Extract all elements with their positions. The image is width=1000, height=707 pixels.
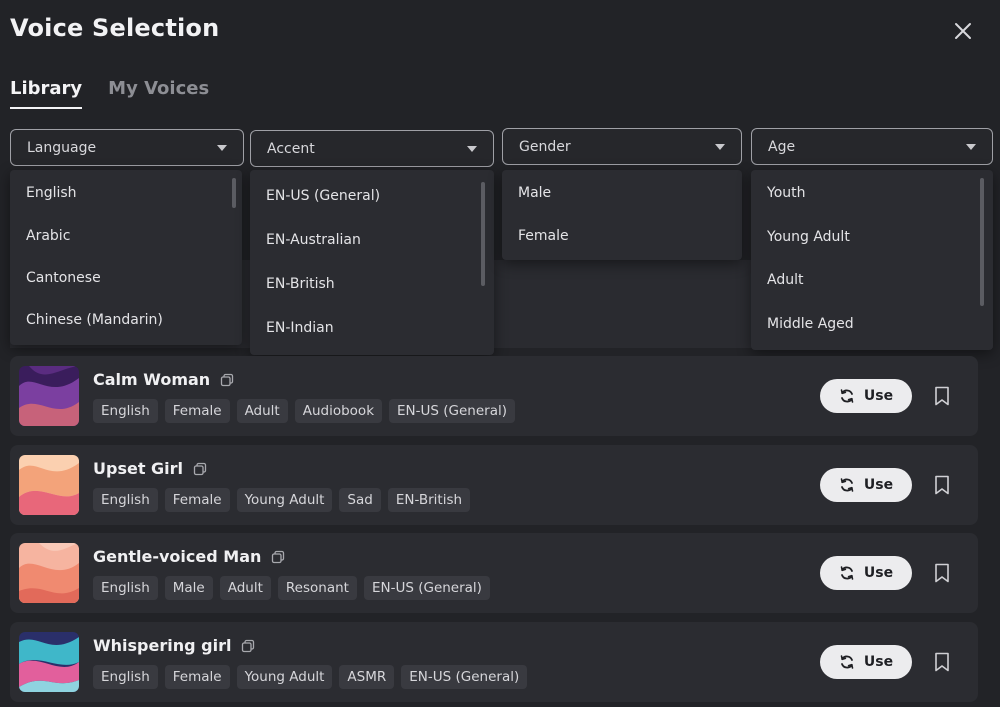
voice-name-text: Upset Girl — [93, 459, 184, 478]
accent-select-label: Accent — [267, 140, 315, 157]
close-icon[interactable] — [950, 18, 976, 44]
copy-icon[interactable] — [241, 639, 255, 653]
voice-tag: Female — [164, 488, 230, 512]
accent-option[interactable]: EN-Indian — [250, 313, 494, 343]
age-option[interactable]: Young Adult — [751, 222, 993, 252]
accent-dropdown: EN-US (General) EN-Australian EN-British… — [250, 170, 494, 355]
voice-tag: Female — [164, 399, 230, 423]
use-button[interactable]: Use — [820, 645, 912, 679]
accent-option[interactable]: EN-Australian — [250, 225, 494, 255]
voice-name: Upset Girl — [93, 459, 207, 478]
tab-my-voices[interactable]: My Voices — [108, 78, 209, 109]
gender-option[interactable]: Male — [502, 178, 742, 208]
voice-name: Calm Woman — [93, 370, 234, 389]
voice-tag: ASMR — [339, 665, 395, 689]
bookmark-icon[interactable] — [932, 385, 952, 407]
voice-tag: Young Adult — [236, 488, 333, 512]
use-button[interactable]: Use — [820, 379, 912, 413]
age-dropdown: Youth Young Adult Adult Middle Aged — [751, 170, 993, 350]
voice-tag: EN-British — [387, 488, 471, 512]
voice-tag: Audiobook — [294, 399, 383, 423]
voice-tag: Adult — [236, 399, 288, 423]
voice-tag: EN-US (General) — [363, 576, 490, 600]
voice-tag: Sad — [339, 488, 381, 512]
tab-bar: Library My Voices — [10, 78, 209, 109]
voice-thumbnail — [19, 543, 79, 603]
chevron-down-icon — [715, 143, 725, 150]
voice-card[interactable]: Whispering girl English Female Young Adu… — [10, 622, 978, 702]
voice-name-text: Gentle-voiced Man — [93, 547, 262, 566]
page-title: Voice Selection — [10, 14, 220, 42]
copy-icon[interactable] — [220, 373, 234, 387]
voice-tag: Male — [164, 576, 213, 600]
voice-tag: English — [93, 665, 158, 689]
use-button-label: Use — [863, 388, 894, 404]
voice-tag: Resonant — [277, 576, 357, 600]
voice-tags: English Male Adult Resonant EN-US (Gener… — [93, 576, 490, 600]
refresh-icon — [840, 655, 854, 669]
refresh-icon — [840, 389, 854, 403]
age-option[interactable]: Adult — [751, 265, 993, 295]
accent-option[interactable]: EN-British — [250, 269, 494, 299]
language-option[interactable]: English — [10, 178, 242, 208]
use-button-label: Use — [863, 654, 894, 670]
voice-tag: Adult — [219, 576, 271, 600]
voice-name-text: Whispering girl — [93, 636, 232, 655]
use-button-label: Use — [863, 477, 894, 493]
voice-card[interactable]: Calm Woman English Female Adult Audioboo… — [10, 356, 978, 436]
voice-name: Gentle-voiced Man — [93, 547, 285, 566]
age-option[interactable]: Youth — [751, 178, 993, 208]
language-option[interactable]: Arabic — [10, 221, 242, 251]
language-select[interactable]: Language — [10, 129, 244, 166]
voice-tag: English — [93, 576, 158, 600]
accent-option[interactable]: EN-US (General) — [250, 181, 494, 211]
chevron-down-icon — [217, 144, 227, 151]
gender-select[interactable]: Gender — [502, 128, 742, 165]
tab-library[interactable]: Library — [10, 78, 83, 109]
language-option[interactable]: Cantonese — [10, 263, 242, 293]
refresh-icon — [840, 566, 854, 580]
language-option[interactable]: Chinese (Mandarin) — [10, 305, 242, 335]
chevron-down-icon — [966, 143, 976, 150]
voice-name: Whispering girl — [93, 636, 255, 655]
copy-icon[interactable] — [193, 462, 207, 476]
scrollbar[interactable] — [980, 178, 984, 306]
scrollbar[interactable] — [481, 182, 485, 286]
scrollbar[interactable] — [232, 178, 236, 208]
bookmark-icon[interactable] — [932, 651, 952, 673]
voice-tag: Young Adult — [236, 665, 333, 689]
age-select[interactable]: Age — [751, 128, 993, 165]
voice-tag: English — [93, 399, 158, 423]
gender-select-label: Gender — [519, 138, 571, 155]
language-dropdown: English Arabic Cantonese Chinese (Mandar… — [10, 170, 242, 345]
voice-tags: English Female Young Adult Sad EN-Britis… — [93, 488, 471, 512]
voice-card[interactable]: Upset Girl English Female Young Adult Sa… — [10, 445, 978, 525]
copy-icon[interactable] — [271, 550, 285, 564]
chevron-down-icon — [467, 145, 477, 152]
voice-tags: English Female Adult Audiobook EN-US (Ge… — [93, 399, 515, 423]
voice-tag: EN-US (General) — [389, 399, 515, 423]
voice-tag: Female — [164, 665, 230, 689]
bookmark-icon[interactable] — [932, 474, 952, 496]
age-option[interactable]: Middle Aged — [751, 309, 993, 339]
voice-tag: EN-US (General) — [401, 665, 528, 689]
voice-tags: English Female Young Adult ASMR EN-US (G… — [93, 665, 528, 689]
use-button[interactable]: Use — [820, 556, 912, 590]
voice-thumbnail — [19, 632, 79, 692]
refresh-icon — [840, 478, 854, 492]
accent-select[interactable]: Accent — [250, 130, 494, 167]
voice-thumbnail — [19, 366, 79, 426]
voice-card[interactable]: Gentle-voiced Man English Male Adult Res… — [10, 533, 978, 613]
language-select-label: Language — [27, 139, 97, 156]
gender-dropdown: Male Female — [502, 170, 742, 260]
age-select-label: Age — [768, 138, 796, 155]
voice-tag: English — [93, 488, 158, 512]
voice-thumbnail — [19, 455, 79, 515]
voice-name-text: Calm Woman — [93, 370, 211, 389]
use-button[interactable]: Use — [820, 468, 912, 502]
bookmark-icon[interactable] — [932, 562, 952, 584]
use-button-label: Use — [863, 565, 894, 581]
gender-option[interactable]: Female — [502, 221, 742, 251]
